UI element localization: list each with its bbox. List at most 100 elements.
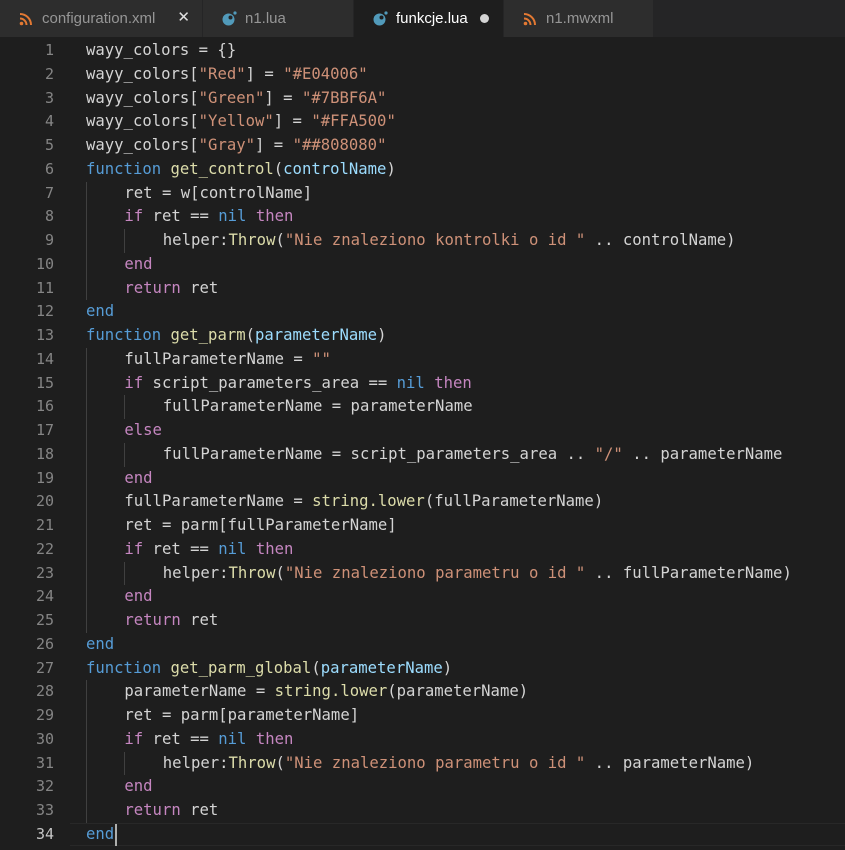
code-token: parameterName = — [124, 682, 275, 701]
code-line[interactable]: end — [124, 585, 152, 609]
indent-guide — [124, 442, 126, 467]
code-line[interactable]: ret = parm[parameterName] — [124, 704, 359, 728]
tab-label: funkcje.lua — [396, 10, 468, 27]
code-token: get_parm — [170, 326, 246, 344]
tab-n1-lua[interactable]: n1.lua — [203, 0, 354, 37]
code-token: fullParameterName = — [124, 492, 313, 511]
line-number: 13 — [35, 326, 54, 344]
code-token: Throw — [228, 563, 276, 582]
indent-guide — [86, 252, 87, 277]
code-line[interactable]: fullParameterName = parameterName — [163, 395, 473, 419]
code-line[interactable]: wayy_colors["Green"] = "#7BBF6A" — [86, 87, 386, 111]
code-line[interactable]: if ret == nil then — [124, 205, 293, 229]
code-line[interactable]: fullParameterName = "" — [124, 348, 331, 372]
code-line[interactable]: helper:Throw("Nie znaleziono parametru o… — [163, 562, 792, 586]
code-token: "Nie znaleziono parametru o id " — [284, 563, 586, 582]
indent-guide — [86, 229, 87, 253]
line-number: 11 — [35, 278, 54, 297]
line-number: 25 — [35, 611, 54, 629]
code-line[interactable]: function get_control(controlName) — [86, 158, 396, 182]
code-line[interactable]: ret = w[controlName] — [124, 182, 312, 206]
indent-guide — [86, 609, 87, 633]
code-token: "Nie znaleziono parametru o id " — [284, 753, 586, 772]
indent-guide — [86, 419, 87, 443]
code-token: "#FFA500" — [311, 112, 396, 131]
tab-label: configuration.xml — [42, 10, 156, 27]
tab-configuration-xml[interactable]: configuration.xml ✕ — [0, 0, 203, 37]
code-token: controlName — [283, 159, 387, 178]
code-line[interactable]: end — [124, 253, 152, 277]
code-line[interactable]: wayy_colors["Red"] = "#E04006" — [86, 63, 368, 87]
code-line[interactable]: if script_parameters_area == nil then — [124, 372, 471, 396]
code-editor[interactable]: 1 2 3 4 5 6 7 8 9 10 11 12 13 14 15 16 17 18 19 20 21 22 23 24 2… — [0, 37, 845, 850]
code-token: ] = — [273, 112, 312, 131]
code-line[interactable]: end — [124, 467, 152, 491]
code-token: wayy_colors = {} — [86, 41, 237, 59]
code-line[interactable]: end — [124, 775, 152, 799]
tab-bar: configuration.xml ✕ n1.lua funkcje.lua n… — [0, 0, 845, 37]
code-token: nil — [218, 539, 247, 558]
code-line[interactable]: if ret == nil then — [124, 728, 293, 752]
code-token: "#E04006" — [283, 64, 368, 83]
tab-label: n1.mwxml — [546, 10, 614, 27]
code-line[interactable]: else — [124, 419, 162, 443]
code-line[interactable]: parameterName = string.lower(parameterNa… — [124, 680, 528, 704]
indent-guide — [124, 229, 126, 253]
line-number: 28 — [35, 682, 54, 701]
code-line[interactable]: return ret — [124, 609, 218, 633]
code-line[interactable]: wayy_colors["Gray"] = "##808080" — [86, 134, 386, 158]
code-line[interactable]: fullParameterName = string.lower(fullPar… — [124, 490, 603, 514]
code-token: ] = — [245, 64, 284, 83]
code-token: nil — [218, 207, 247, 226]
code-line[interactable]: helper:Throw("Nie znaleziono kontrolki o… — [163, 229, 736, 253]
tab-funkcje-lua[interactable]: funkcje.lua — [354, 0, 504, 37]
close-icon[interactable]: ✕ — [177, 9, 190, 27]
code-line[interactable]: end — [86, 823, 114, 847]
indent-guide — [86, 514, 87, 538]
code-token: ret = parm[fullParameterName] — [124, 516, 397, 534]
code-token: return — [124, 801, 181, 819]
code-line[interactable]: return ret — [124, 277, 218, 301]
line-number: 6 — [44, 159, 54, 178]
code-token: ret — [180, 801, 219, 819]
line-number: 1 — [44, 41, 54, 59]
line-number: 14 — [35, 349, 54, 368]
tab-n1-mwxml[interactable]: n1.mwxml — [504, 0, 654, 37]
code-line[interactable]: wayy_colors = {} — [86, 39, 236, 63]
code-token: then — [255, 729, 294, 748]
indent-guide — [86, 751, 87, 776]
code-token: parameterName — [255, 326, 378, 344]
code-line[interactable]: helper:Throw("Nie znaleziono parametru o… — [163, 752, 755, 776]
rss-file-icon — [18, 11, 34, 27]
indent-guide — [86, 466, 87, 491]
indent-guide — [86, 727, 87, 752]
code-line[interactable]: ret = parm[fullParameterName] — [124, 514, 396, 538]
line-number: 2 — [44, 64, 54, 83]
unsaved-dot-icon[interactable] — [480, 14, 489, 23]
code-token: "/" — [594, 444, 623, 463]
code-line[interactable]: end — [86, 300, 114, 324]
code-token: "Green" — [198, 88, 265, 107]
code-line[interactable]: function get_parm_global(parameterName) — [86, 657, 452, 681]
code-token: end — [86, 824, 115, 843]
code-line[interactable]: fullParameterName = script_parameters_ar… — [163, 443, 783, 467]
code-token: else — [124, 421, 162, 439]
line-number: 8 — [44, 207, 54, 226]
code-line[interactable]: end — [86, 633, 114, 657]
code-line[interactable]: function get_parm(parameterName) — [86, 324, 386, 348]
code-token: function — [86, 159, 162, 178]
indent-guide — [86, 442, 87, 467]
code-line[interactable]: if ret == nil then — [124, 538, 293, 562]
code-token: return — [124, 611, 181, 629]
code-token: ) — [386, 159, 396, 178]
indent-guide — [86, 181, 87, 206]
line-number: 29 — [35, 706, 54, 724]
code-token: ] = — [255, 136, 293, 154]
code-line[interactable]: wayy_colors["Yellow"] = "#FFA500" — [86, 110, 396, 134]
code-line[interactable]: return ret — [124, 799, 218, 823]
